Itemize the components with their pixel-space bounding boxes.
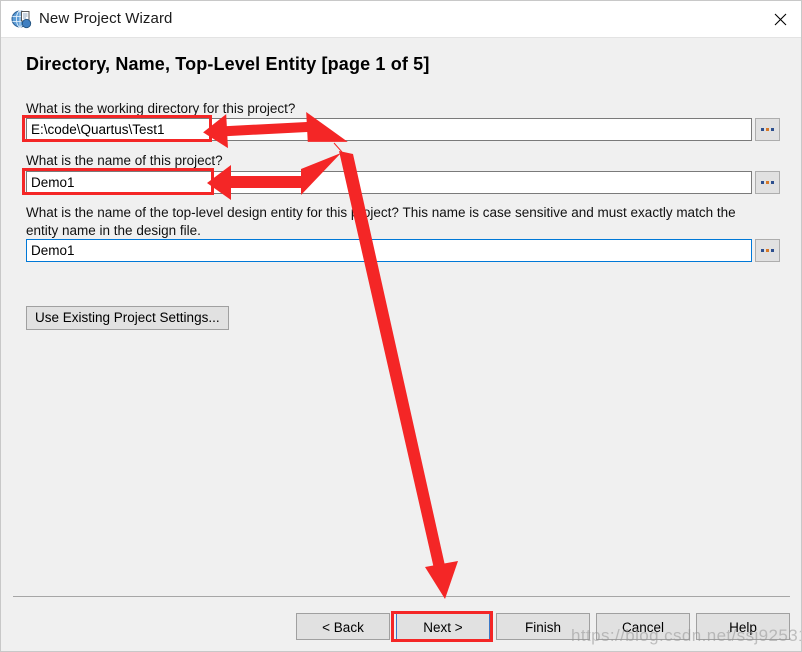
globe-window-icon [11, 9, 32, 30]
use-existing-project-settings-button[interactable]: Use Existing Project Settings... [26, 306, 229, 330]
top-level-entity-label: What is the name of the top-level design… [26, 205, 736, 238]
project-name-browse-button[interactable] [755, 171, 780, 194]
back-button[interactable]: < Back [296, 613, 390, 640]
top-level-entity-browse-button[interactable] [755, 239, 780, 262]
working-directory-browse-button[interactable] [755, 118, 780, 141]
title-bar: New Project Wizard [1, 1, 801, 38]
next-button[interactable]: Next > [396, 613, 490, 640]
new-project-wizard-dialog: New Project Wizard Directory, Name, Top-… [0, 0, 802, 652]
close-icon[interactable] [757, 1, 801, 37]
working-directory-label: What is the working directory for this p… [26, 101, 296, 116]
window-title: New Project Wizard [39, 10, 173, 27]
watermark-text: https://blog.csdn.net/ssj925319 [571, 626, 802, 645]
footer-separator [13, 596, 790, 597]
top-level-entity-input[interactable] [26, 239, 752, 262]
project-name-input[interactable] [26, 171, 752, 194]
project-name-label: What is the name of this project? [26, 153, 223, 168]
working-directory-input[interactable] [26, 118, 752, 141]
dialog-body: Directory, Name, Top-Level Entity [page … [2, 38, 801, 651]
page-title: Directory, Name, Top-Level Entity [page … [26, 54, 430, 74]
